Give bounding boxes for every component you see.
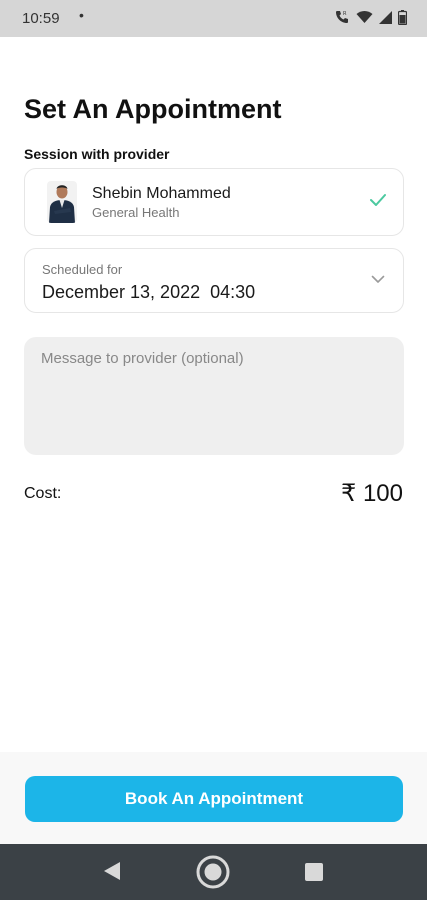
recent-square-icon[interactable] bbox=[305, 863, 323, 881]
signal-icon bbox=[379, 10, 392, 24]
volte-call-icon: R bbox=[336, 11, 348, 23]
page-title: Set An Appointment bbox=[24, 94, 282, 124]
status-time: 10:59 bbox=[22, 10, 60, 27]
svg-text:R: R bbox=[343, 11, 347, 17]
back-triangle-icon[interactable] bbox=[102, 861, 122, 881]
book-appointment-button[interactable]: Book An Appointment bbox=[25, 776, 403, 822]
status-icons: R bbox=[334, 9, 407, 25]
chevron-down-icon bbox=[371, 275, 385, 283]
cost-value: ₹ 100 bbox=[341, 480, 403, 507]
cost-label: Cost: bbox=[24, 485, 62, 502]
section-label: Session with provider bbox=[24, 146, 170, 162]
status-bar: 10:59 • R bbox=[0, 0, 427, 37]
notification-dot: • bbox=[79, 7, 84, 23]
schedule-value: December 13, 2022 04:30 bbox=[42, 282, 256, 302]
home-circle-icon[interactable] bbox=[196, 855, 230, 889]
provider-card[interactable]: Shebin Mohammed General Health bbox=[24, 168, 404, 236]
system-nav-bar bbox=[0, 844, 427, 900]
provider-specialty: General Health bbox=[92, 205, 180, 220]
wifi-icon bbox=[356, 11, 373, 23]
message-input[interactable] bbox=[24, 337, 404, 455]
schedule-dropdown[interactable]: Scheduled for December 13, 2022 04:30 bbox=[24, 248, 404, 313]
schedule-label: Scheduled for bbox=[42, 262, 123, 277]
battery-icon bbox=[398, 9, 407, 25]
avatar bbox=[47, 181, 77, 223]
provider-name: Shebin Mohammed bbox=[92, 185, 231, 202]
check-icon bbox=[370, 194, 386, 206]
